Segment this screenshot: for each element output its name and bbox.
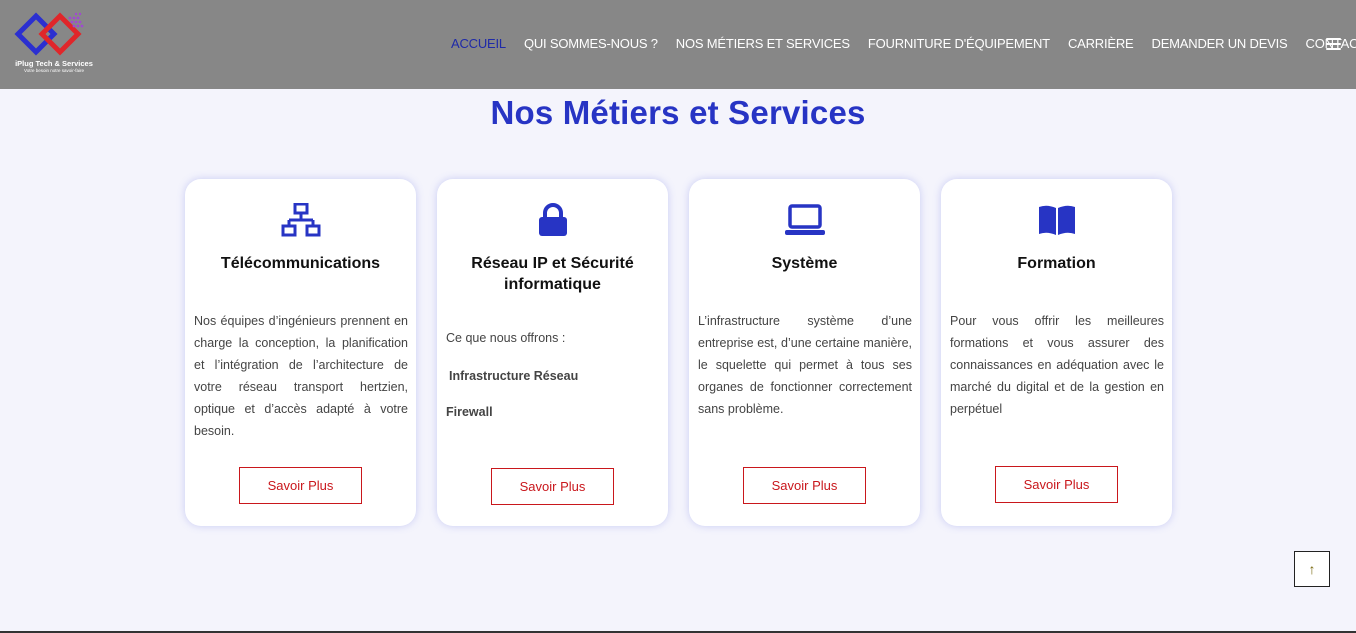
arrow-up-icon: ↑ [1308,561,1316,577]
brand-name: iPlug Tech & Services [15,59,93,68]
savoir-plus-button[interactable]: Savoir Plus [239,467,362,504]
section-title: Nos Métiers et Services [490,94,866,131]
nav-item-carriere[interactable]: CARRIÈRE [1068,36,1134,51]
savoir-plus-button[interactable]: Savoir Plus [491,468,614,505]
laptop-icon [784,204,825,235]
nav-item-accueil[interactable]: ACCUEIL [451,36,506,51]
scroll-to-top-button[interactable]: ↑ [1294,551,1330,587]
service-card-reseau-securite: Réseau IP et Sécurité informatique Ce qu… [437,179,668,526]
brand-tagline: Votre besoin notre savoir-faire [23,68,85,73]
card-list-intro: Ce que nous offrons : [446,331,566,345]
service-card-telecom: Télécommunications Nos équipes d’ingénie… [185,179,416,526]
card-title: Formation [1017,255,1096,272]
savoir-plus-button[interactable]: Savoir Plus [995,466,1118,503]
nav-item-demander-devis[interactable]: DEMANDER UN DEVIS [1152,36,1288,51]
card-description: L’infrastructure système d’une entrepris… [698,314,912,416]
card-title: Télécommunications [220,255,381,272]
savoir-plus-button[interactable]: Savoir Plus [743,467,866,504]
nav-item-metiers-services[interactable]: NOS MÉTIERS ET SERVICES [676,36,850,51]
card-description: Pour vous offrir les meilleures formatio… [950,314,1164,416]
lock-icon [538,203,567,236]
network-icon [281,203,320,237]
card-list-item: Infrastructure Réseau [449,369,579,383]
book-icon [1038,205,1075,235]
card-list-item: Firewall [446,405,493,419]
service-card-systeme: Système L’infrastructure système d’une e… [689,179,920,526]
service-card-formation: Formation Pour vous offrir les meilleure… [941,179,1172,526]
card-description: Nos équipes d’ingénieurs prennent en cha… [194,314,408,438]
main-nav: ACCUEIL QUI SOMMES-NOUS ? NOS MÉTIERS ET… [451,36,1356,51]
nav-item-fourniture-equipement[interactable]: FOURNITURE D'ÉQUIPEMENT [868,36,1050,51]
brand-logo[interactable]: iPlug Tech & Services Votre besoin notre… [12,12,93,78]
nav-item-qui-sommes-nous[interactable]: QUI SOMMES-NOUS ? [524,36,658,51]
hamburger-menu-icon[interactable] [1326,38,1341,51]
card-title: Système [771,255,838,272]
site-header: iPlug Tech & Services Votre besoin notre… [0,0,1356,89]
logo-mark-icon [14,12,84,56]
card-title: Réseau IP et Sécurité informatique [471,255,634,293]
